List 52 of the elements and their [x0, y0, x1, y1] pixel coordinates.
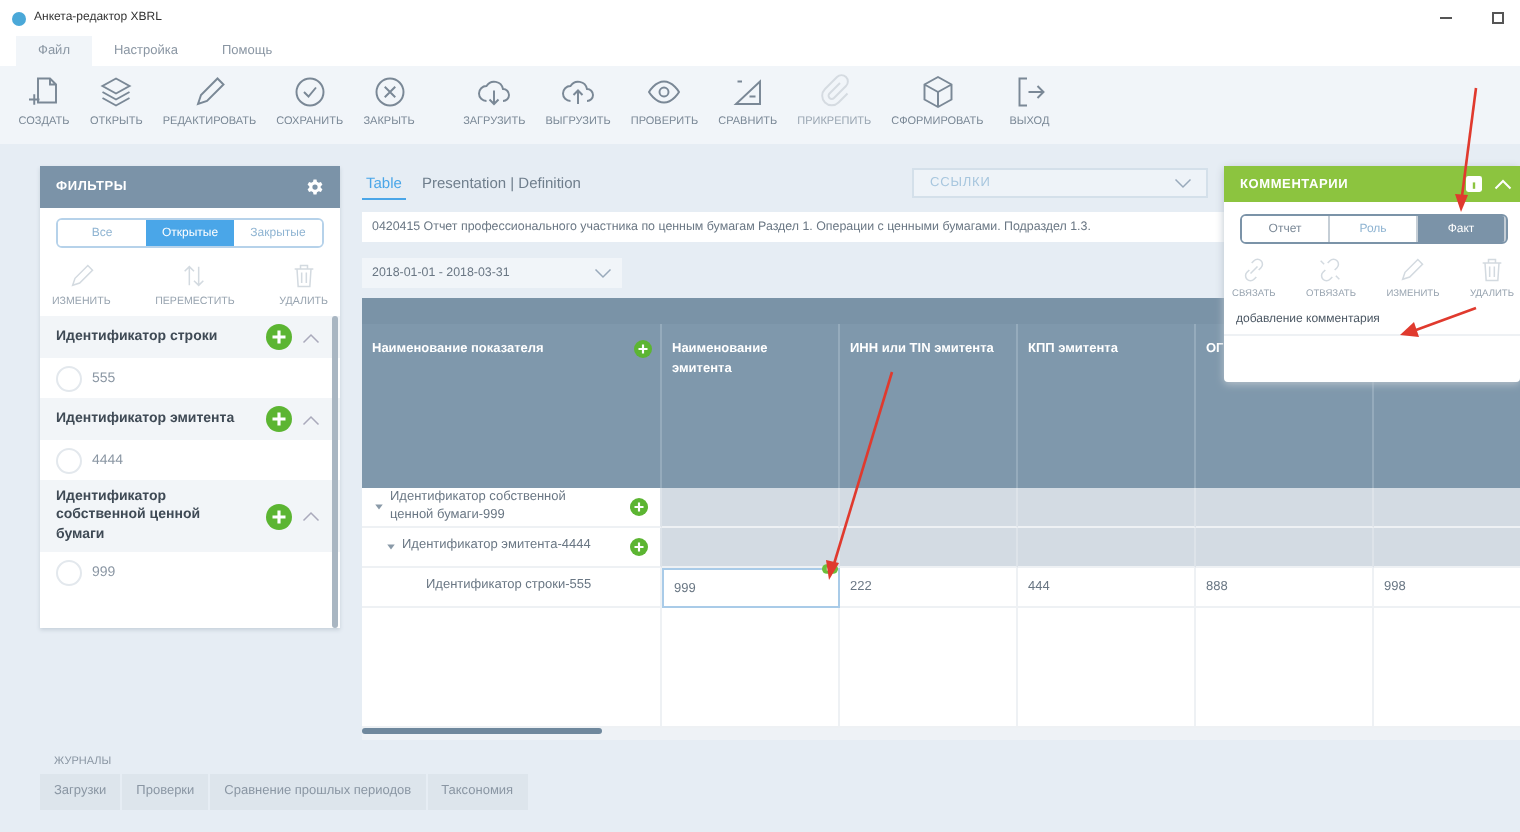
pencil-icon	[191, 74, 228, 110]
chevron-up-icon[interactable]	[302, 413, 320, 425]
add-icon[interactable]	[266, 406, 292, 432]
swap-arrows-icon	[180, 262, 209, 290]
pencil-icon	[1398, 256, 1427, 284]
table-cell[interactable]	[1018, 488, 1196, 528]
table-cell[interactable]	[840, 608, 1018, 728]
add-icon[interactable]	[634, 340, 652, 358]
caret-down-icon[interactable]	[386, 542, 396, 552]
table-cell[interactable]	[1018, 528, 1196, 568]
info-icon[interactable]	[1466, 176, 1482, 192]
document-plus-icon	[26, 74, 62, 110]
add-icon[interactable]	[630, 498, 648, 516]
radio-button[interactable]	[56, 559, 82, 586]
settings-icon[interactable]	[306, 178, 324, 196]
trash-icon	[1477, 256, 1506, 284]
radio-button[interactable]	[56, 365, 82, 391]
scrollbar[interactable]	[362, 728, 602, 734]
pencil-icon	[67, 262, 96, 290]
app-logo-icon	[12, 11, 26, 25]
table-cell[interactable]	[1196, 488, 1374, 528]
table-cell[interactable]	[362, 608, 662, 728]
link-icon	[1239, 256, 1268, 284]
chevron-down-icon	[1174, 177, 1192, 189]
table-cell[interactable]	[840, 488, 1018, 528]
radio-button[interactable]	[56, 447, 82, 473]
scrollbar[interactable]	[332, 316, 338, 628]
annotation-arrow	[1455, 87, 1478, 212]
maximize-icon[interactable]	[1488, 8, 1508, 28]
table-cell[interactable]	[1374, 528, 1520, 568]
cube-icon	[919, 74, 956, 110]
add-icon[interactable]	[266, 503, 292, 530]
close-icon	[371, 74, 408, 110]
add-icon[interactable]	[630, 538, 648, 556]
table-cell[interactable]	[1196, 528, 1374, 568]
chevron-up-icon[interactable]	[302, 510, 320, 523]
table-cell[interactable]	[662, 608, 840, 728]
table-cell[interactable]	[662, 488, 840, 528]
table-cell[interactable]	[1374, 488, 1520, 528]
table-cell[interactable]	[662, 528, 840, 568]
chevron-down-icon	[594, 267, 612, 279]
paperclip-icon	[816, 74, 853, 110]
trash-icon	[289, 262, 318, 290]
caret-down-icon[interactable]	[374, 502, 384, 512]
check-circle-icon	[291, 74, 328, 110]
layers-icon	[98, 74, 135, 110]
table-cell[interactable]	[840, 528, 1018, 568]
triangle-ruler-icon	[729, 74, 766, 110]
chevron-up-icon[interactable]	[302, 331, 320, 343]
annotation-arrow	[1400, 306, 1477, 337]
add-icon[interactable]	[266, 324, 292, 350]
unlink-icon	[1316, 256, 1345, 284]
